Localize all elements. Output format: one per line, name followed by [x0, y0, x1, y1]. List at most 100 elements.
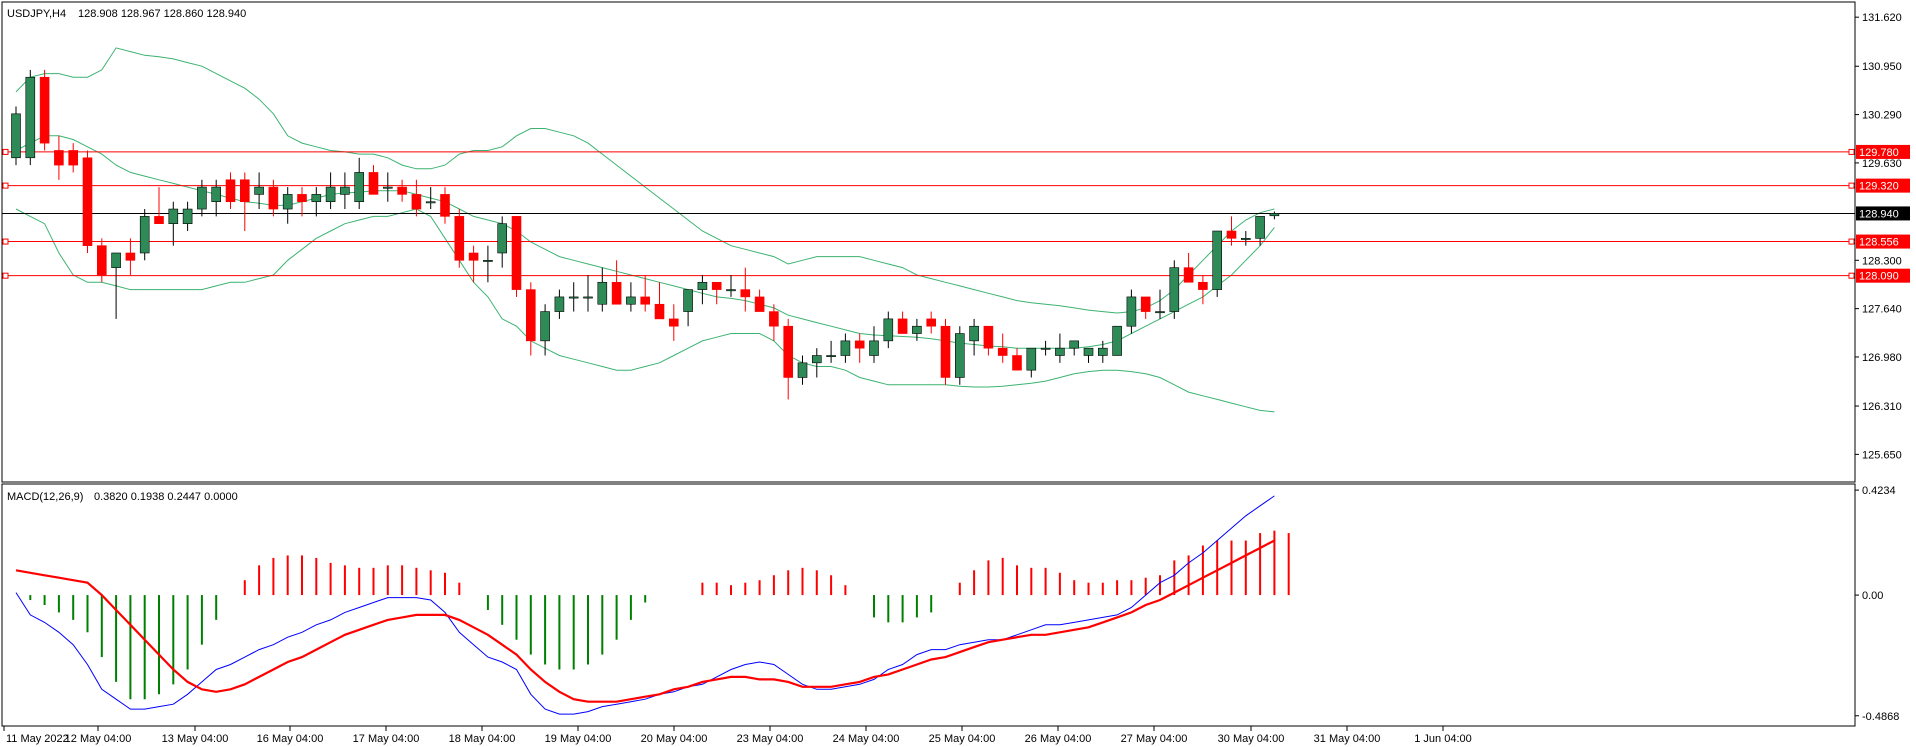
bullish-candle [111, 252, 121, 268]
price-tick-label: 131.620 [1862, 12, 1902, 24]
bearish-candle [297, 194, 307, 203]
current-price-tag-label: 128.940 [1859, 208, 1899, 220]
bullish-candle [969, 325, 979, 342]
bullish-candle [1069, 340, 1079, 349]
bearish-candle [454, 216, 465, 261]
time-tick-label: 17 May 04:00 [353, 733, 420, 745]
chart-canvas: 129.780129.320128.556128.090128.940 131.… [0, 0, 1916, 747]
bullish-candle [811, 355, 822, 364]
bearish-candle [711, 281, 722, 290]
bearish-candle [1012, 355, 1022, 371]
macd-values: 0.3820 0.1938 0.2447 0.0000 [94, 491, 238, 503]
bullish-candle [840, 340, 851, 356]
bearish-candle [368, 172, 379, 195]
bearish-candle [39, 76, 50, 144]
bullish-candle [1169, 267, 1180, 312]
bullish-candle [797, 362, 808, 378]
bearish-candle [54, 150, 64, 166]
price-tick-label: 127.640 [1862, 304, 1902, 316]
bullish-candle [883, 318, 894, 342]
bullish-candle [1026, 347, 1037, 371]
bullish-candle [325, 186, 336, 203]
bearish-candle [997, 347, 1008, 356]
macd-tick-label: 0.00 [1862, 590, 1883, 602]
macd-label: MACD(12,26,9) [7, 491, 83, 503]
bearish-candle [783, 325, 794, 378]
bullish-candle [826, 355, 836, 358]
bearish-candle [769, 311, 779, 327]
bearish-candle [668, 318, 679, 327]
symbol-timeframe: USDJPY,H4 [7, 8, 66, 20]
bearish-candle [125, 252, 136, 261]
bearish-candle [240, 179, 250, 203]
price-level-tag-label: 128.556 [1859, 237, 1899, 249]
time-tick-label: 20 May 04:00 [641, 733, 708, 745]
bullish-candle [540, 311, 550, 342]
bearish-candle [525, 289, 536, 342]
time-tick-label: 16 May 04:00 [257, 733, 324, 745]
bearish-candle [225, 179, 236, 203]
bullish-candle [1040, 347, 1051, 350]
bullish-candle [354, 172, 365, 203]
macd-tick-label: 0.4234 [1862, 485, 1896, 497]
bullish-candle [197, 186, 207, 210]
bearish-candle [82, 157, 93, 246]
bullish-candle [340, 186, 350, 195]
bearish-candle [1140, 296, 1151, 312]
bearish-candle [397, 186, 407, 195]
bearish-candle [1226, 230, 1237, 239]
level-anchor-marker [1848, 238, 1855, 245]
bullish-candle [912, 325, 922, 334]
price-tick-label: 126.310 [1862, 401, 1902, 413]
bearish-candle [268, 186, 279, 210]
level-anchor-marker [1848, 148, 1855, 155]
level-anchor-marker [2, 272, 9, 279]
time-tick-label: 31 May 04:00 [1314, 733, 1381, 745]
price-level-tag-label: 129.320 [1859, 181, 1899, 193]
bearish-candle [1183, 267, 1194, 283]
bullish-candle [1212, 230, 1222, 290]
price-tick-label: 130.290 [1862, 110, 1902, 122]
bullish-candle [497, 223, 508, 254]
bullish-candle [583, 296, 593, 299]
time-tick-label: 11 May 2022 [6, 733, 69, 745]
bearish-candle [154, 216, 164, 224]
bearish-candle [468, 252, 479, 261]
bullish-candle [597, 281, 608, 305]
time-tick-label: 1 Jun 04:00 [1414, 733, 1472, 745]
level-anchor-marker [2, 148, 9, 155]
bearish-candle [611, 281, 622, 305]
time-tick-label: 30 May 04:00 [1218, 733, 1285, 745]
bearish-candle [897, 318, 908, 334]
bearish-candle [754, 296, 765, 312]
price-tick-label: 125.650 [1862, 449, 1902, 461]
bearish-candle [640, 296, 651, 305]
bearish-candle [926, 318, 937, 327]
time-tick-label: 12 May 04:00 [65, 733, 132, 745]
bullish-candle [483, 260, 493, 262]
macd-tick-label: -0.4868 [1862, 711, 1899, 723]
bullish-candle [311, 194, 322, 203]
time-tick-label: 13 May 04:00 [162, 733, 229, 745]
bearish-candle [97, 245, 107, 276]
bullish-candle [11, 113, 21, 159]
time-tick-label: 24 May 04:00 [833, 733, 900, 745]
price-tick-label: 126.980 [1862, 352, 1902, 364]
bullish-candle [182, 208, 193, 224]
bullish-candle [626, 296, 636, 305]
bearish-candle [1198, 281, 1208, 290]
price-tick-label: 130.950 [1862, 61, 1902, 73]
bullish-candle [1112, 325, 1122, 356]
bullish-candle [1241, 238, 1251, 240]
bullish-candle [1098, 347, 1108, 356]
bullish-candle [211, 186, 221, 203]
time-tick-label: 18 May 04:00 [449, 733, 516, 745]
time-tick-label: 19 May 04:00 [545, 733, 612, 745]
bullish-candle [425, 201, 436, 204]
bullish-candle [282, 194, 293, 210]
bullish-candle [869, 340, 879, 356]
bearish-candle [511, 216, 522, 290]
bearish-candle [411, 194, 422, 210]
time-tick-label: 26 May 04:00 [1025, 733, 1092, 745]
level-anchor-marker [2, 238, 9, 245]
